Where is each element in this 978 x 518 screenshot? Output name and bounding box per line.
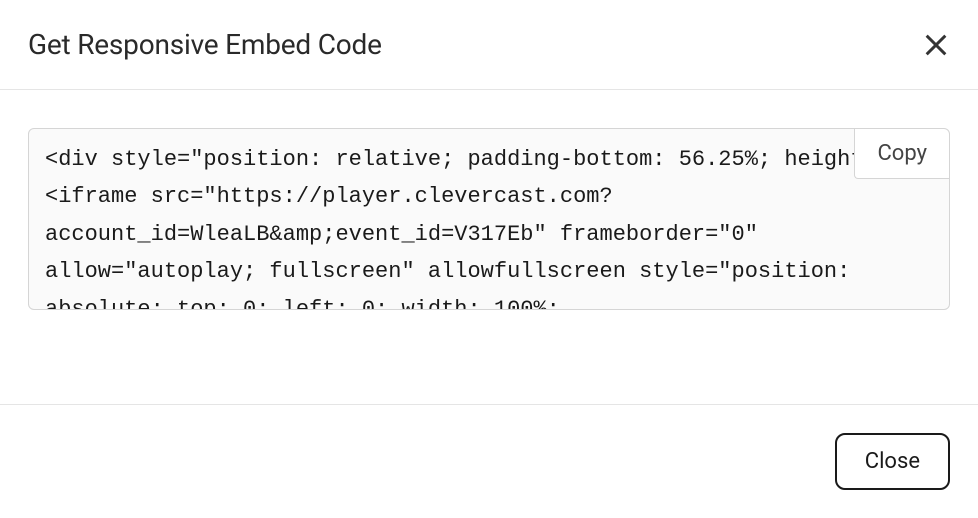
close-button[interactable]: Close <box>835 433 950 490</box>
embed-code-modal: Get Responsive Embed Code <div style="po… <box>0 0 978 518</box>
modal-header: Get Responsive Embed Code <box>0 0 978 90</box>
modal-title: Get Responsive Embed Code <box>28 28 382 61</box>
embed-code-text[interactable]: <div style="position: relative; padding-… <box>29 129 949 309</box>
close-icon[interactable] <box>922 31 950 59</box>
code-block-container: <div style="position: relative; padding-… <box>28 128 950 310</box>
modal-body: <div style="position: relative; padding-… <box>0 90 978 404</box>
copy-button[interactable]: Copy <box>854 129 949 179</box>
modal-footer: Close <box>0 404 978 518</box>
